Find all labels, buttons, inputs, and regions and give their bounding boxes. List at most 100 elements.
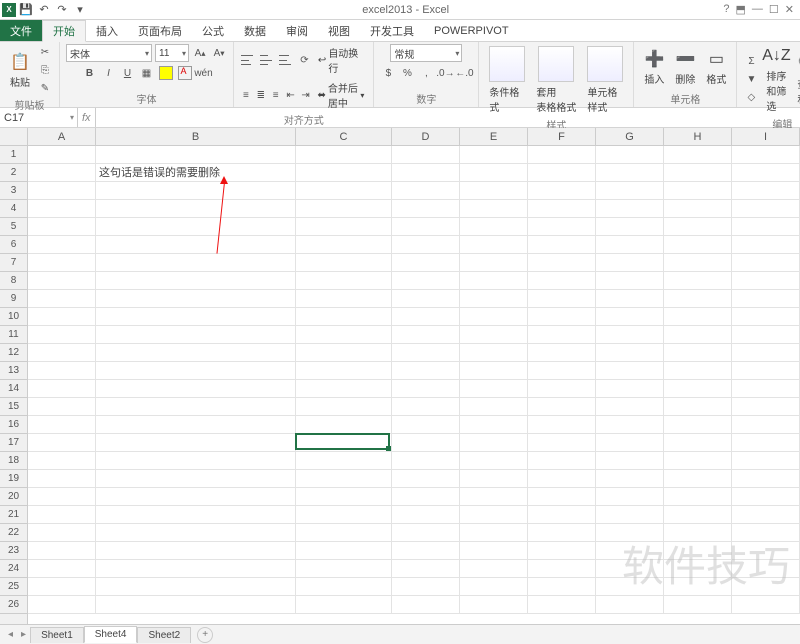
find-select-button[interactable]: 🔍查找和选 [793,52,800,108]
cell-D26[interactable] [392,596,460,614]
cell-H16[interactable] [664,416,732,434]
cell-D6[interactable] [392,236,460,254]
cell-F11[interactable] [528,326,596,344]
cell-H6[interactable] [664,236,732,254]
cell-G5[interactable] [596,218,664,236]
cell-F10[interactable] [528,308,596,326]
row-header-24[interactable]: 24 [0,560,27,578]
cell-G19[interactable] [596,470,664,488]
close-icon[interactable]: ✕ [785,3,794,16]
cell-I17[interactable] [732,434,800,452]
cell-D2[interactable] [392,164,460,182]
decrease-decimal-icon[interactable]: ←.0 [456,65,472,81]
cell-B21[interactable] [96,506,296,524]
cell-I6[interactable] [732,236,800,254]
cell-E19[interactable] [460,470,528,488]
column-header-B[interactable]: B [96,128,296,145]
cell-F2[interactable] [528,164,596,182]
cell-B18[interactable] [96,452,296,470]
cell-B25[interactable] [96,578,296,596]
cell-G17[interactable] [596,434,664,452]
cell-D10[interactable] [392,308,460,326]
cell-A20[interactable] [28,488,96,506]
column-header-C[interactable]: C [296,128,392,145]
row-header-3[interactable]: 3 [0,182,27,200]
cell-B23[interactable] [96,542,296,560]
cell-I15[interactable] [732,398,800,416]
cell-D3[interactable] [392,182,460,200]
column-header-F[interactable]: F [528,128,596,145]
cell-E9[interactable] [460,290,528,308]
cell-D7[interactable] [392,254,460,272]
cell-F1[interactable] [528,146,596,164]
column-headers[interactable]: ABCDEFGHI [28,128,800,146]
cell-A11[interactable] [28,326,96,344]
cell-C9[interactable] [296,290,392,308]
cell-G7[interactable] [596,254,664,272]
cell-D12[interactable] [392,344,460,362]
cell-A1[interactable] [28,146,96,164]
cell-C2[interactable] [296,164,392,182]
cell-E3[interactable] [460,182,528,200]
cell-F15[interactable] [528,398,596,416]
row-header-2[interactable]: 2 [0,164,27,182]
cell-H9[interactable] [664,290,732,308]
column-header-H[interactable]: H [664,128,732,145]
row-header-9[interactable]: 9 [0,290,27,308]
cell-E8[interactable] [460,272,528,290]
cell-G24[interactable] [596,560,664,578]
cell-C14[interactable] [296,380,392,398]
cell-H14[interactable] [664,380,732,398]
cell-G20[interactable] [596,488,664,506]
cells-area[interactable]: 这句话是错误的需要删除 [28,146,800,624]
cell-I11[interactable] [732,326,800,344]
cell-F17[interactable] [528,434,596,452]
cell-G13[interactable] [596,362,664,380]
cell-H20[interactable] [664,488,732,506]
cell-B4[interactable] [96,200,296,218]
cell-C4[interactable] [296,200,392,218]
cell-B9[interactable] [96,290,296,308]
phonetic-button[interactable]: wén [196,65,212,81]
cell-A22[interactable] [28,524,96,542]
cell-B26[interactable] [96,596,296,614]
cell-E18[interactable] [460,452,528,470]
cell-A6[interactable] [28,236,96,254]
cell-D16[interactable] [392,416,460,434]
currency-icon[interactable]: $ [380,65,396,81]
cell-H21[interactable] [664,506,732,524]
cell-C12[interactable] [296,344,392,362]
cell-H11[interactable] [664,326,732,344]
cell-E10[interactable] [460,308,528,326]
cell-B17[interactable] [96,434,296,452]
cell-I23[interactable] [732,542,800,560]
cell-I8[interactable] [732,272,800,290]
paste-button[interactable]: 📋 粘贴 [6,50,34,91]
sheet-tab-sheet2[interactable]: Sheet2 [137,627,191,643]
cell-B22[interactable] [96,524,296,542]
cell-I1[interactable] [732,146,800,164]
increase-decimal-icon[interactable]: .0→ [437,65,453,81]
cell-B6[interactable] [96,236,296,254]
cell-A10[interactable] [28,308,96,326]
cell-D19[interactable] [392,470,460,488]
format-cells-button[interactable]: ▭格式 [702,47,730,88]
ribbon-options-icon[interactable]: ⬒ [736,3,746,16]
cell-A25[interactable] [28,578,96,596]
cell-G3[interactable] [596,182,664,200]
cell-I12[interactable] [732,344,800,362]
cell-F20[interactable] [528,488,596,506]
cell-F18[interactable] [528,452,596,470]
orientation-icon[interactable]: ⟳ [297,52,312,68]
new-sheet-button[interactable]: + [197,627,213,643]
cell-D9[interactable] [392,290,460,308]
cell-D8[interactable] [392,272,460,290]
cell-I10[interactable] [732,308,800,326]
row-header-22[interactable]: 22 [0,524,27,542]
cell-E17[interactable] [460,434,528,452]
cell-E20[interactable] [460,488,528,506]
row-header-13[interactable]: 13 [0,362,27,380]
cell-C6[interactable] [296,236,392,254]
tab-powerpivot[interactable]: POWERPIVOT [424,20,519,41]
sheet-nav-prev-icon[interactable]: ◂ [4,629,17,640]
